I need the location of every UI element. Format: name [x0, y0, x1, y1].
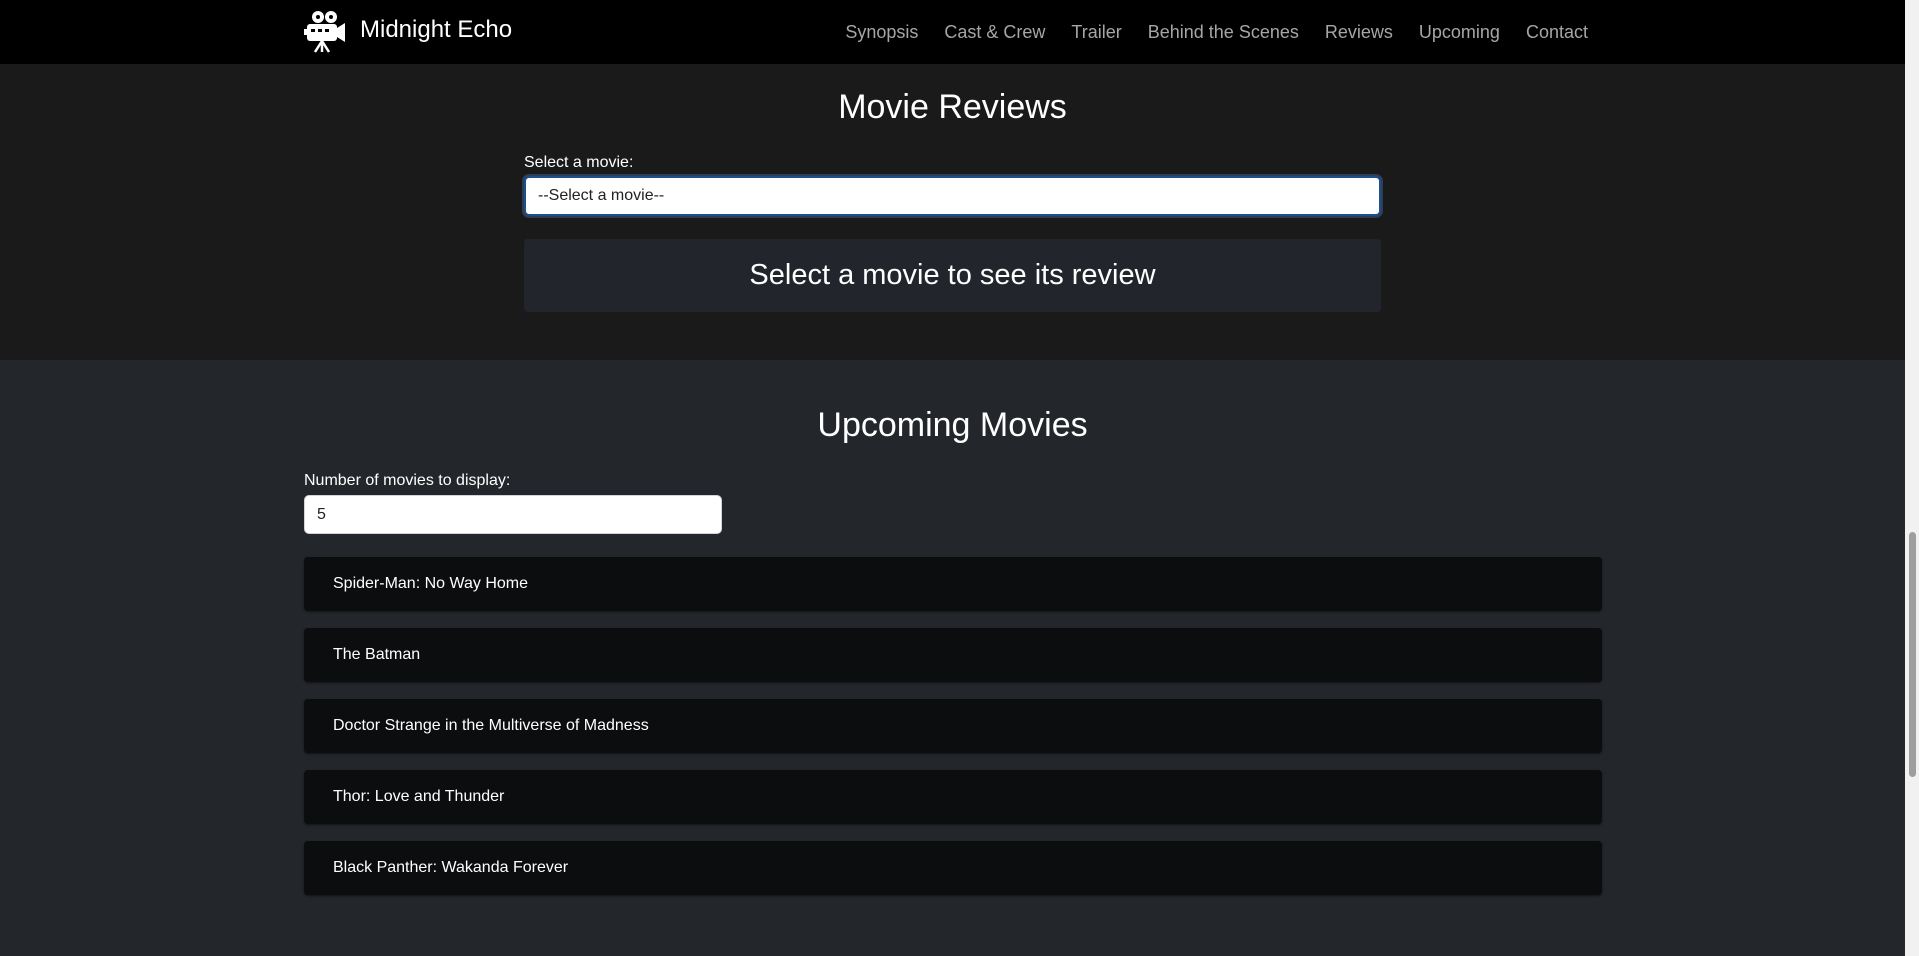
nav-link-cast-crew[interactable]: Cast & Crew [931, 18, 1058, 46]
nav-link-upcoming[interactable]: Upcoming [1406, 18, 1513, 46]
movie-count-input[interactable]: 5 [304, 495, 722, 534]
movie-count-value: 5 [317, 505, 326, 523]
reviews-title: Movie Reviews [838, 88, 1067, 126]
movie-select[interactable]: --Select a movie-- [524, 176, 1381, 216]
vertical-scrollbar[interactable] [1905, 0, 1919, 956]
page: Midnight Echo Synopsis Cast & Crew Trail… [0, 0, 1919, 956]
upcoming-section: Upcoming Movies Number of movies to disp… [0, 360, 1905, 956]
nav-link-contact[interactable]: Contact [1513, 18, 1588, 46]
movie-camera-icon [304, 11, 345, 53]
nav-menu: Synopsis Cast & Crew Trailer Behind the … [832, 18, 1588, 46]
nav-link-synopsis[interactable]: Synopsis [832, 18, 931, 46]
brand-name: Midnight Echo [360, 16, 513, 43]
nav-link-behind-the-scenes[interactable]: Behind the Scenes [1135, 18, 1312, 46]
review-placeholder: Select a movie to see its review [749, 259, 1156, 291]
movie-select-value: --Select a movie-- [538, 187, 665, 204]
upcoming-title: Upcoming Movies [817, 406, 1088, 444]
navbar: Midnight Echo Synopsis Cast & Crew Trail… [0, 0, 1905, 64]
upcoming-movie-list: Spider-Man: No Way Home The Batman Docto… [304, 557, 1602, 912]
movie-item: Black Panther: Wakanda Forever [304, 841, 1602, 895]
reviews-section: Movie Reviews Select a movie: --Select a… [0, 64, 1905, 360]
brand-link[interactable]: Midnight Echo [304, 9, 512, 53]
review-box: Select a movie to see its review [524, 239, 1381, 312]
nav-link-reviews[interactable]: Reviews [1312, 18, 1406, 46]
movie-item: Doctor Strange in the Multiverse of Madn… [304, 699, 1602, 753]
movie-item: Thor: Love and Thunder [304, 770, 1602, 824]
movie-item: Spider-Man: No Way Home [304, 557, 1602, 611]
movie-select-label: Select a movie: [524, 154, 634, 171]
nav-link-trailer[interactable]: Trailer [1058, 18, 1134, 46]
movie-item: The Batman [304, 628, 1602, 682]
movie-count-label: Number of movies to display: [304, 472, 511, 489]
scrollbar-thumb[interactable] [1909, 532, 1916, 777]
